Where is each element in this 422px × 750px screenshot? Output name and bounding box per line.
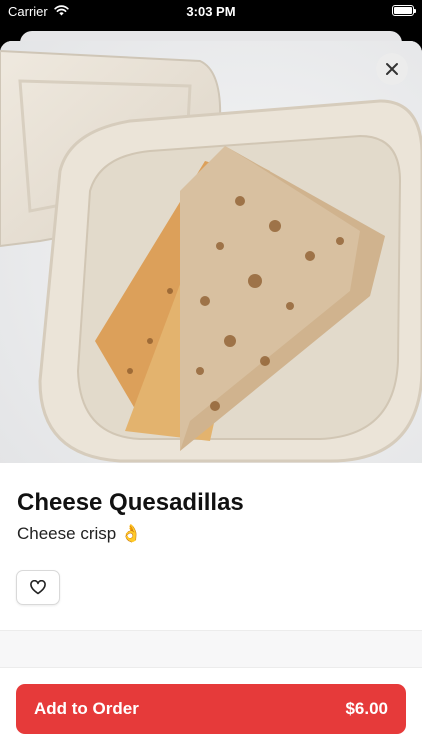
add-to-order-button[interactable]: Add to Order $6.00 [16,684,406,734]
item-title: Cheese Quesadillas [17,489,244,516]
status-time: 3:03 PM [186,4,236,19]
battery-icon [392,5,416,16]
status-bar: Carrier 3:03 PM [0,0,422,24]
close-button[interactable] [376,53,408,85]
section-divider [0,630,422,668]
add-to-order-label: Add to Order [34,699,139,718]
quesadilla-photo [0,41,422,463]
favorite-button[interactable] [16,570,60,605]
item-detail-sheet: Cheese Quesadillas Cheese crisp 👌 Add to… [0,41,422,750]
close-icon [386,63,398,75]
heart-icon [30,580,46,595]
item-description: Cheese crisp 👌 [17,524,143,543]
price-label: $6.00 [345,699,388,718]
